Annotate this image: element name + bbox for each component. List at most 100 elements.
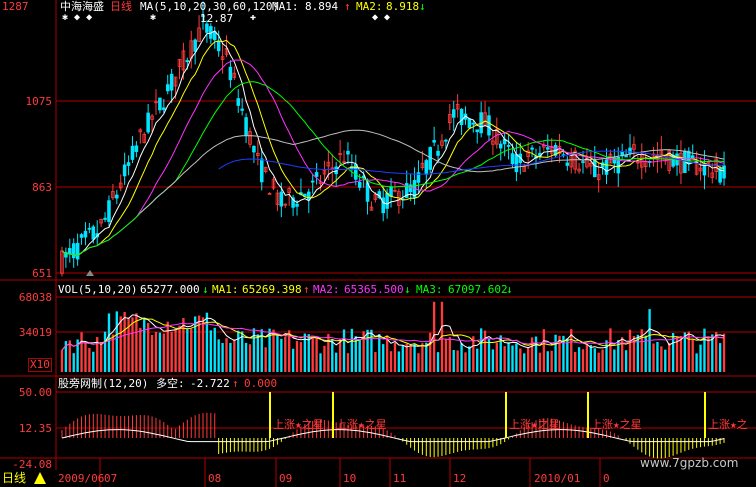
candle-body bbox=[314, 172, 319, 177]
candle-body bbox=[130, 145, 135, 160]
vol-ma3-down-arrow-icon: ↓ bbox=[506, 283, 513, 296]
ind-axis-label: 12.35 bbox=[18, 422, 52, 435]
candle-body bbox=[169, 73, 174, 91]
indicator-label: 多空: bbox=[156, 377, 185, 390]
period-triangle-icon bbox=[34, 472, 46, 484]
candle-body bbox=[498, 143, 503, 149]
candle-body bbox=[68, 248, 72, 255]
signal-marker: 上涨★之星 bbox=[273, 418, 324, 431]
vol-ma3-value: 67097.602 bbox=[448, 283, 508, 296]
price-panel bbox=[60, 1, 726, 277]
candle-body bbox=[475, 129, 480, 133]
candle-body bbox=[79, 234, 84, 238]
price-axis-label: 651 bbox=[32, 267, 52, 280]
signal-marker: 上涨★之 bbox=[708, 418, 748, 431]
vol-axis-label: 68038 bbox=[18, 291, 52, 304]
price-axis-top-marker: 1287 bbox=[2, 0, 29, 13]
candle-body bbox=[115, 194, 119, 199]
candle-body bbox=[545, 147, 550, 150]
candle-body bbox=[436, 150, 440, 156]
vol-scale-label: X10 bbox=[28, 358, 52, 372]
candle-body bbox=[310, 180, 315, 183]
signal-marker: 上涨★之星 bbox=[336, 418, 387, 431]
candle-body bbox=[146, 112, 150, 133]
candle-body bbox=[158, 97, 162, 111]
vol-ma2-down-arrow-icon: ↓ bbox=[404, 283, 411, 296]
event-marks-icon: ✱ ◆ ◆ bbox=[62, 12, 93, 23]
date-label: 09 bbox=[279, 472, 293, 485]
indicator-value2: 0.000 bbox=[244, 377, 278, 390]
candle-body bbox=[306, 191, 311, 201]
period-mode-label[interactable]: 日线 bbox=[2, 472, 26, 484]
candle-body bbox=[126, 162, 131, 166]
vol-axis-label: 34019 bbox=[18, 326, 52, 339]
candle-body bbox=[295, 203, 299, 207]
ind-axis-label: -24.08 bbox=[12, 458, 52, 471]
ma2-down-arrow-icon: ↓ bbox=[419, 0, 426, 13]
candle-body bbox=[459, 108, 464, 126]
candle-body bbox=[510, 153, 515, 165]
candle-body bbox=[244, 117, 248, 136]
candle-body bbox=[165, 84, 170, 92]
date-label: 12 bbox=[453, 472, 467, 485]
candle-body bbox=[83, 230, 88, 238]
date-label: 0 bbox=[603, 472, 610, 485]
candle-body bbox=[424, 160, 429, 175]
date-label: 11 bbox=[393, 472, 407, 485]
watermark: www.7gpzb.com bbox=[640, 456, 739, 470]
ma1-label: MA1: bbox=[272, 0, 299, 13]
candle-body bbox=[216, 40, 221, 52]
candle-body bbox=[228, 66, 233, 81]
candle-body bbox=[87, 227, 92, 230]
price-axis-label: 863 bbox=[32, 181, 52, 194]
candle-body bbox=[71, 243, 76, 259]
indicator-up-arrow-icon: ↑ bbox=[232, 377, 239, 390]
price-axis-label: 1075 bbox=[25, 95, 53, 108]
candle-body bbox=[75, 242, 80, 260]
vol-ma1-up-arrow-icon: ↑ bbox=[303, 283, 310, 296]
signal-marker: 上涨★之星 bbox=[591, 418, 642, 431]
vol-ma1-label: MA1: bbox=[212, 283, 239, 296]
ma-line-10 bbox=[61, 39, 725, 257]
candle-body bbox=[193, 39, 197, 52]
vol-ma2-value: 65365.500 bbox=[344, 283, 404, 296]
candle-body bbox=[122, 164, 127, 177]
candle-body bbox=[91, 226, 96, 240]
candle-body bbox=[134, 145, 139, 153]
candle-body bbox=[592, 159, 597, 178]
volume-ma-line-10 bbox=[61, 317, 725, 351]
candle-body bbox=[354, 164, 358, 180]
ma1-up-arrow-icon: ↑ bbox=[344, 0, 351, 13]
vol-ma2-label: MA2: bbox=[313, 283, 340, 296]
vol-down-arrow-icon: ↓ bbox=[202, 283, 209, 296]
candle-body bbox=[514, 154, 519, 173]
ind-axis-label: 50.00 bbox=[18, 386, 52, 399]
candle-body bbox=[624, 154, 628, 158]
candle-body bbox=[252, 145, 256, 153]
chart-canvas[interactable] bbox=[0, 0, 756, 487]
candle-body bbox=[487, 115, 491, 136]
event-mark-plus-icon: ✚ bbox=[250, 12, 257, 23]
candle-body bbox=[103, 217, 107, 220]
period-label[interactable]: 日线 bbox=[110, 1, 132, 13]
ma-line-5 bbox=[61, 30, 725, 257]
candle-body bbox=[581, 161, 585, 164]
date-label: 2009/06 bbox=[58, 472, 105, 485]
vol-ma3-label: MA3: bbox=[416, 283, 443, 296]
stock-chart-window[interactable]: 1287 中海海盛 日线 MA(5,10,20,30,60,120) MA1: … bbox=[0, 0, 756, 487]
candle-body bbox=[346, 150, 350, 155]
volume-ma-line-20 bbox=[61, 322, 725, 351]
panel-frames bbox=[0, 0, 756, 470]
candle-body bbox=[467, 118, 472, 129]
indicator-value: -2.722 bbox=[190, 377, 230, 390]
high-price-note: 12.87 bbox=[200, 12, 234, 25]
candle-body bbox=[162, 107, 166, 111]
candle-body bbox=[107, 200, 111, 222]
candle-body bbox=[259, 158, 264, 183]
candle-body bbox=[432, 140, 436, 143]
candle-body bbox=[357, 181, 362, 188]
candle-body bbox=[279, 191, 284, 207]
vol-value: 65277.000 bbox=[140, 283, 200, 296]
event-mark-icon: ✱ bbox=[150, 12, 157, 23]
date-label: 10 bbox=[343, 472, 357, 485]
